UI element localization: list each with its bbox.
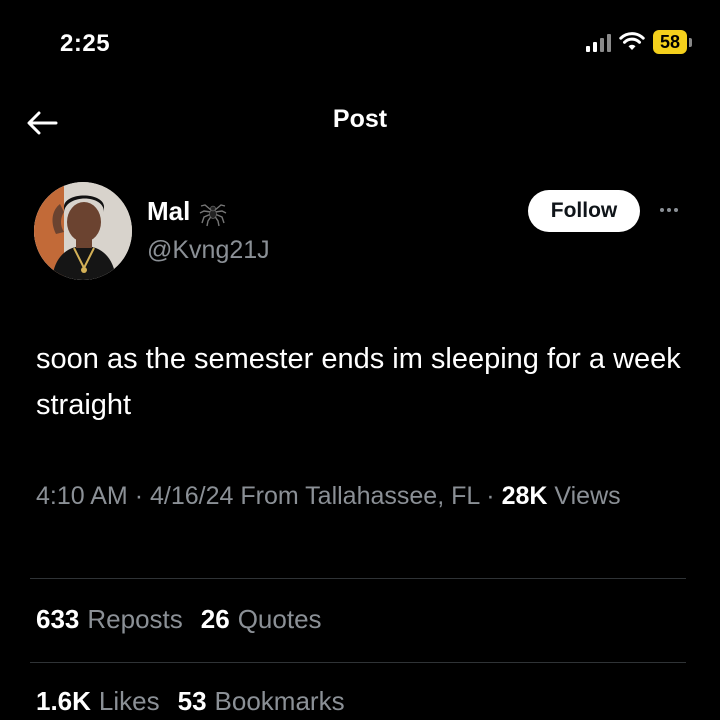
- post-date[interactable]: 4/16/24: [150, 482, 233, 510]
- status-time: 2:25: [60, 30, 111, 57]
- status-icons: 58: [585, 30, 692, 54]
- more-options-button[interactable]: [654, 200, 684, 220]
- battery-icon: 58: [652, 30, 692, 54]
- post-meta: 4:10 AM · 4/16/24 From Tallahassee, FL ·…: [36, 474, 686, 518]
- battery-level: 58: [652, 30, 687, 54]
- divider: [30, 578, 686, 579]
- divider: [30, 662, 686, 663]
- post-location: From Tallahassee, FL: [240, 482, 480, 510]
- views-count: 28K: [501, 482, 548, 510]
- engagement-row-2: 1.6K Likes 53 Bookmarks: [36, 686, 345, 717]
- reposts-label: Reposts: [87, 604, 183, 634]
- likes-label: Likes: [98, 686, 160, 716]
- quotes-count: 26: [200, 604, 230, 634]
- wifi-icon: [619, 32, 645, 50]
- post-time[interactable]: 4:10 AM: [36, 482, 128, 510]
- views-label: Views: [554, 482, 621, 510]
- top-bar: Post: [0, 95, 720, 151]
- reposts-stat[interactable]: 633 Reposts: [36, 604, 183, 635]
- quotes-stat[interactable]: 26 Quotes: [201, 604, 322, 635]
- status-bar: 2:25 58: [0, 0, 720, 90]
- page-title: Post: [332, 105, 388, 133]
- meta-separator: ·: [486, 482, 495, 510]
- avatar-image: [34, 182, 132, 280]
- reposts-count: 633: [36, 604, 80, 634]
- engagement-row-1: 633 Reposts 26 Quotes: [36, 604, 322, 635]
- bookmarks-stat[interactable]: 53 Bookmarks: [178, 686, 345, 717]
- quotes-label: Quotes: [237, 604, 322, 634]
- follow-button[interactable]: Follow: [528, 190, 640, 232]
- avatar[interactable]: [34, 182, 132, 280]
- post-text: soon as the semester ends im sleeping fo…: [36, 343, 681, 421]
- likes-stat[interactable]: 1.6K Likes: [36, 686, 160, 717]
- likes-count: 1.6K: [36, 686, 91, 716]
- bookmarks-count: 53: [177, 686, 207, 716]
- signal-icon: [585, 32, 611, 52]
- display-name-text: Mal: [147, 196, 191, 226]
- user-handle[interactable]: @Kvng21J: [147, 236, 270, 265]
- more-dots-icon: [660, 208, 664, 212]
- bookmarks-label: Bookmarks: [214, 686, 345, 716]
- display-name[interactable]: Mal: [147, 196, 228, 227]
- spider-emoji-icon: [200, 203, 227, 226]
- meta-separator: ·: [134, 482, 144, 510]
